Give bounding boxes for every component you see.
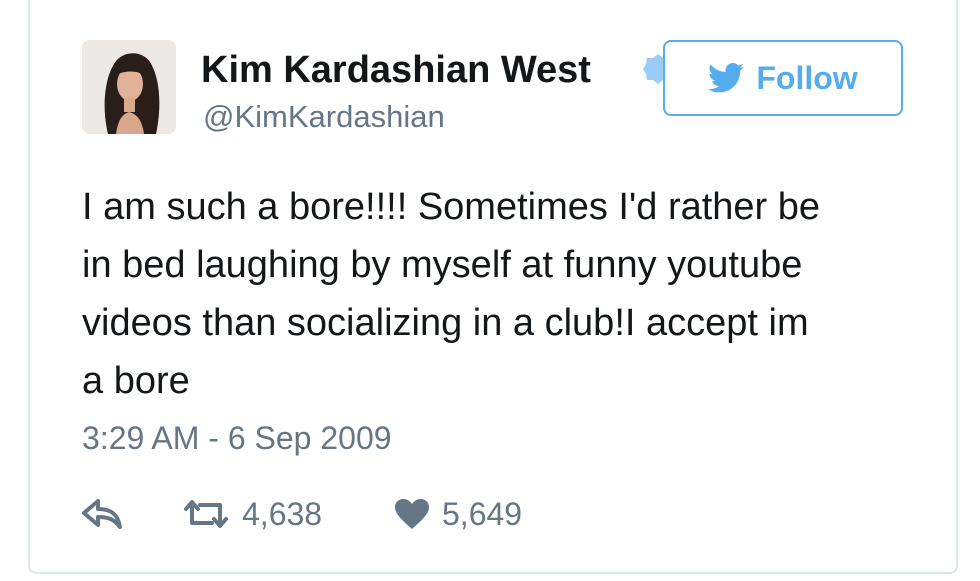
display-name[interactable]: Kim Kardashian West — [201, 48, 591, 92]
heart-icon — [395, 499, 429, 529]
follow-button-label: Follow — [756, 59, 858, 96]
retweet-button[interactable]: 4,638 — [182, 492, 322, 536]
tweet-actions: 4,638 5,649 — [82, 492, 682, 536]
tweet-text-line: videos than socializing in a club!I acce… — [82, 302, 809, 344]
follow-button[interactable]: Follow — [663, 40, 903, 116]
tweet-text: I am such a bore!!!! Sometimes I'd rathe… — [82, 178, 932, 410]
twitter-bird-icon — [708, 63, 745, 93]
tweet-text-line: in bed laughing by myself at funny youtu… — [82, 244, 803, 286]
retweet-icon — [184, 500, 228, 528]
user-handle[interactable]: @KimKardashian — [203, 97, 445, 137]
reply-icon — [82, 499, 122, 529]
like-count: 5,649 — [442, 495, 523, 532]
avatar[interactable] — [82, 40, 176, 134]
tweet-text-line: I am such a bore!!!! Sometimes I'd rathe… — [82, 186, 821, 228]
reply-button[interactable] — [82, 492, 122, 536]
like-button[interactable]: 5,649 — [394, 492, 522, 536]
tweet-text-line: a bore — [82, 360, 190, 402]
retweet-count: 4,638 — [242, 495, 323, 532]
tweet-timestamp[interactable]: 3:29 AM - 6 Sep 2009 — [82, 418, 392, 458]
